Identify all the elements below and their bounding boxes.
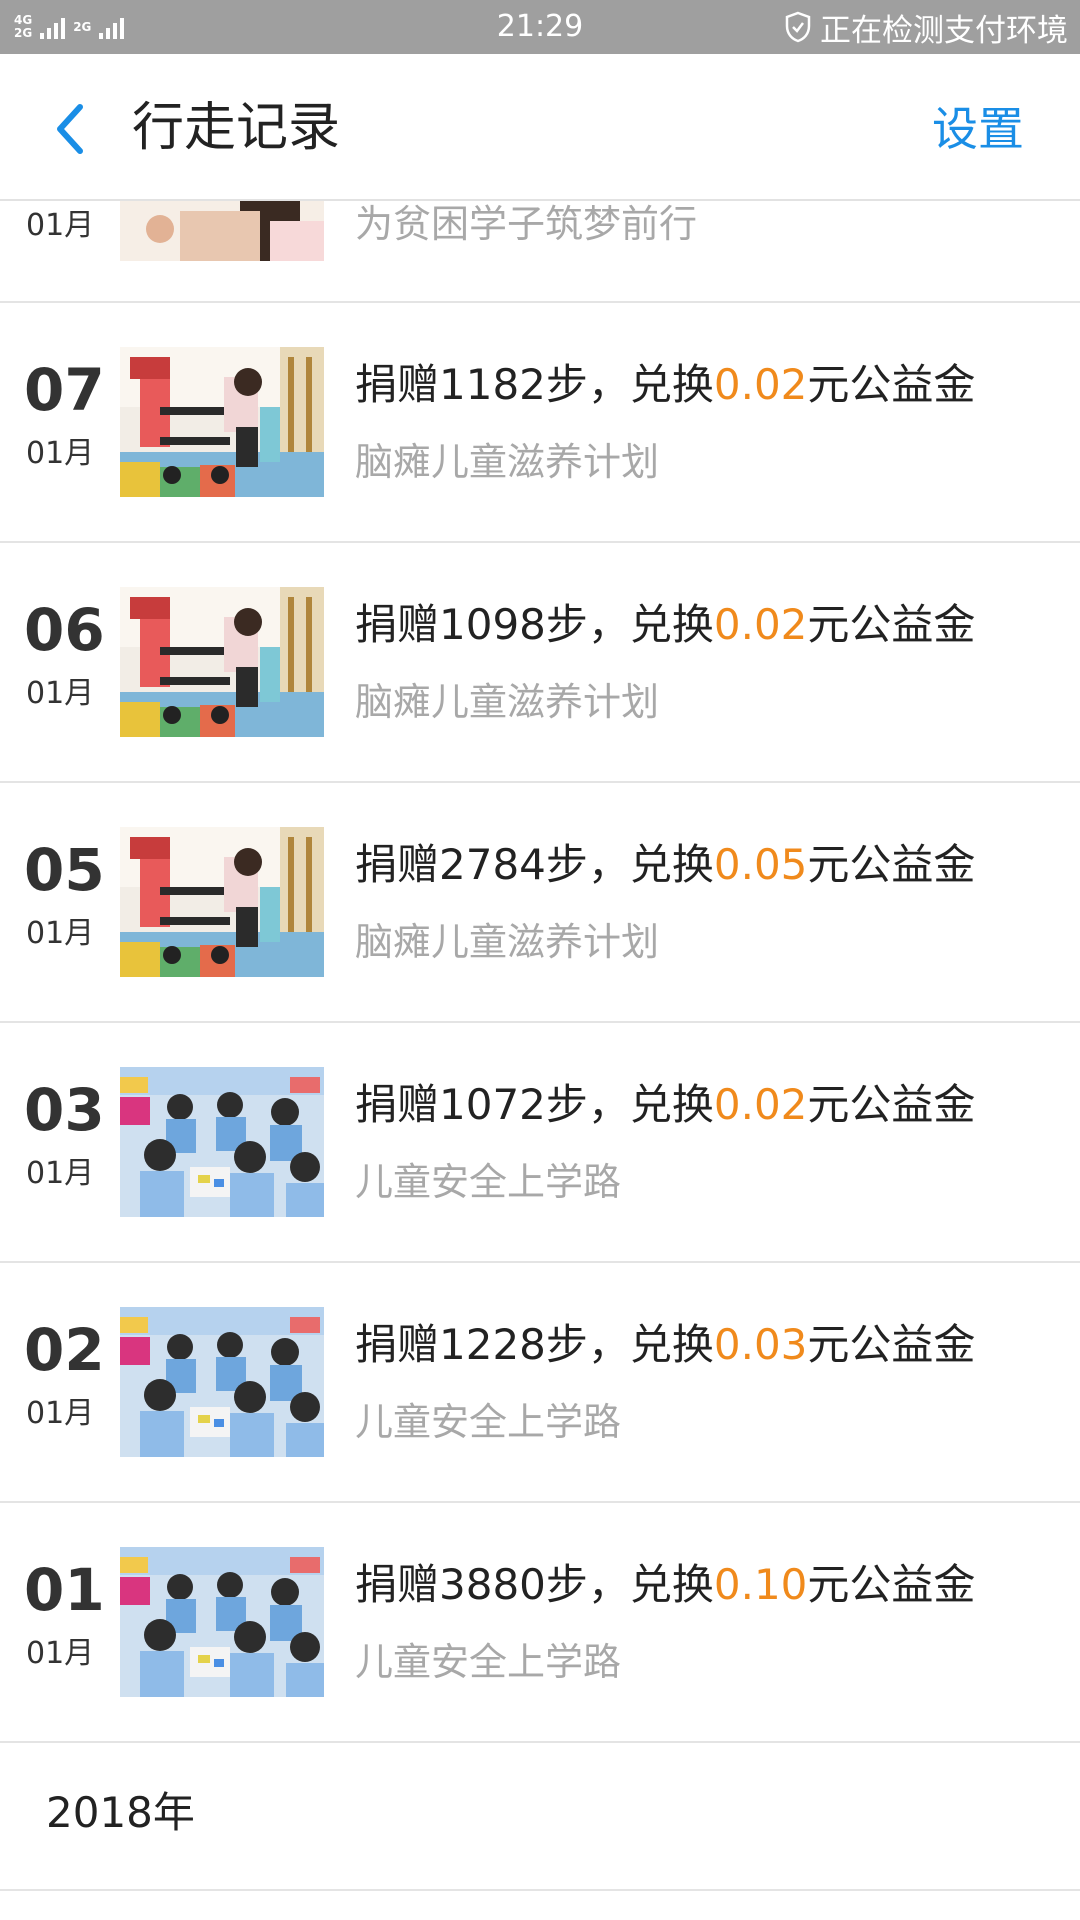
donation-summary: 捐赠1098步，兑换0.02元公益金 (355, 597, 975, 653)
project-thumbnail (120, 1547, 324, 1697)
payment-security-indicator: 正在检测支付环境 (784, 6, 1068, 49)
donation-summary: 捐赠3880步，兑换0.10元公益金 (355, 1557, 975, 1613)
back-button[interactable] (40, 94, 100, 164)
project-name: 儿童安全上学路 (355, 1160, 622, 1204)
list-item[interactable]: 07 01月 捐赠1182步，兑换0.02元公益金 脑瘫儿童滋养计划 (0, 303, 1080, 543)
donation-unit-text: 元公益金 (807, 1080, 976, 1129)
project-thumbnail (120, 199, 324, 261)
donation-summary: 捐赠1072步，兑换0.02元公益金 (355, 1077, 975, 1133)
chevron-left-icon (57, 104, 83, 154)
year-label: 2018年 (46, 1788, 195, 1837)
project-thumbnail (120, 827, 324, 977)
donation-summary: 捐赠1182步，兑换0.02元公益金 (355, 357, 975, 413)
donation-amount: 0.02 (713, 600, 808, 649)
record-day: 02 (24, 1316, 105, 1384)
shield-icon (784, 11, 812, 43)
page-title: 行走记录 (132, 98, 341, 158)
record-day: 03 (24, 1076, 105, 1144)
walk-record-list: 01月 为贫困学子筑梦前行 07 01月 捐赠1182步，兑换0.02元公益金 … (0, 199, 1080, 1920)
list-item[interactable]: 02 01月 捐赠1228步，兑换0.03元公益金 儿童安全上学路 (0, 1263, 1080, 1503)
donation-steps-text: 捐赠1072步，兑换 (355, 1080, 714, 1129)
donation-unit-text: 元公益金 (807, 840, 976, 889)
donation-amount: 0.02 (713, 360, 808, 409)
donation-unit-text: 元公益金 (807, 600, 976, 649)
donation-summary: 捐赠2784步，兑换0.05元公益金 (355, 837, 975, 893)
project-thumbnail (120, 347, 324, 497)
record-month: 01月 (26, 1396, 95, 1431)
record-day: 05 (24, 836, 105, 904)
donation-steps-text: 捐赠3880步，兑换 (355, 1560, 714, 1609)
donation-amount: 0.05 (713, 840, 808, 889)
settings-button[interactable]: 设置 (932, 96, 1024, 162)
project-name: 儿童安全上学路 (355, 1400, 622, 1444)
list-item[interactable]: 01 01月 捐赠3880步，兑换0.10元公益金 儿童安全上学路 (0, 1503, 1080, 1743)
project-name: 为贫困学子筑梦前行 (355, 202, 698, 246)
project-name: 脑瘫儿童滋养计划 (355, 680, 660, 724)
record-month: 01月 (26, 1636, 95, 1671)
record-month: 01月 (26, 676, 95, 711)
donation-unit-text: 元公益金 (807, 1560, 976, 1609)
nav-header: 行走记录 设置 (0, 54, 1080, 201)
status-bar: 4G 2G 2G 21:29 正在检测支付环境 (0, 0, 1080, 54)
security-status-text: 正在检测支付环境 (820, 12, 1068, 49)
record-day: 07 (24, 356, 105, 424)
list-item[interactable]: 05 01月 捐赠2784步，兑换0.05元公益金 脑瘫儿童滋养计划 (0, 783, 1080, 1023)
list-item[interactable]: 03 01月 捐赠1072步，兑换0.02元公益金 儿童安全上学路 (0, 1023, 1080, 1263)
donation-steps-text: 捐赠2784步，兑换 (355, 840, 714, 889)
donation-amount: 0.03 (713, 1320, 808, 1369)
year-section-header: 2018年 (0, 1743, 1080, 1891)
list-item[interactable]: 06 01月 捐赠1098步，兑换0.02元公益金 脑瘫儿童滋养计划 (0, 543, 1080, 783)
list-item[interactable]: 01月 为贫困学子筑梦前行 (0, 199, 1080, 303)
donation-unit-text: 元公益金 (807, 360, 976, 409)
donation-amount: 0.02 (713, 1080, 808, 1129)
record-month: 01月 (26, 436, 95, 471)
donation-unit-text: 元公益金 (807, 1320, 976, 1369)
record-month: 01月 (26, 916, 95, 951)
record-day: 01 (24, 1556, 105, 1624)
record-month: 01月 (26, 208, 95, 243)
project-thumbnail (120, 1067, 324, 1217)
project-name: 脑瘫儿童滋养计划 (355, 440, 660, 484)
project-thumbnail (120, 1307, 324, 1457)
donation-steps-text: 捐赠1182步，兑换 (355, 360, 714, 409)
donation-steps-text: 捐赠1228步，兑换 (355, 1320, 714, 1369)
project-thumbnail (120, 587, 324, 737)
donation-amount: 0.10 (713, 1560, 808, 1609)
donation-steps-text: 捐赠1098步，兑换 (355, 600, 714, 649)
record-month: 01月 (26, 1156, 95, 1191)
donation-summary: 捐赠1228步，兑换0.03元公益金 (355, 1317, 975, 1373)
record-day: 06 (24, 596, 105, 664)
project-name: 儿童安全上学路 (355, 1640, 622, 1684)
project-name: 脑瘫儿童滋养计划 (355, 920, 660, 964)
